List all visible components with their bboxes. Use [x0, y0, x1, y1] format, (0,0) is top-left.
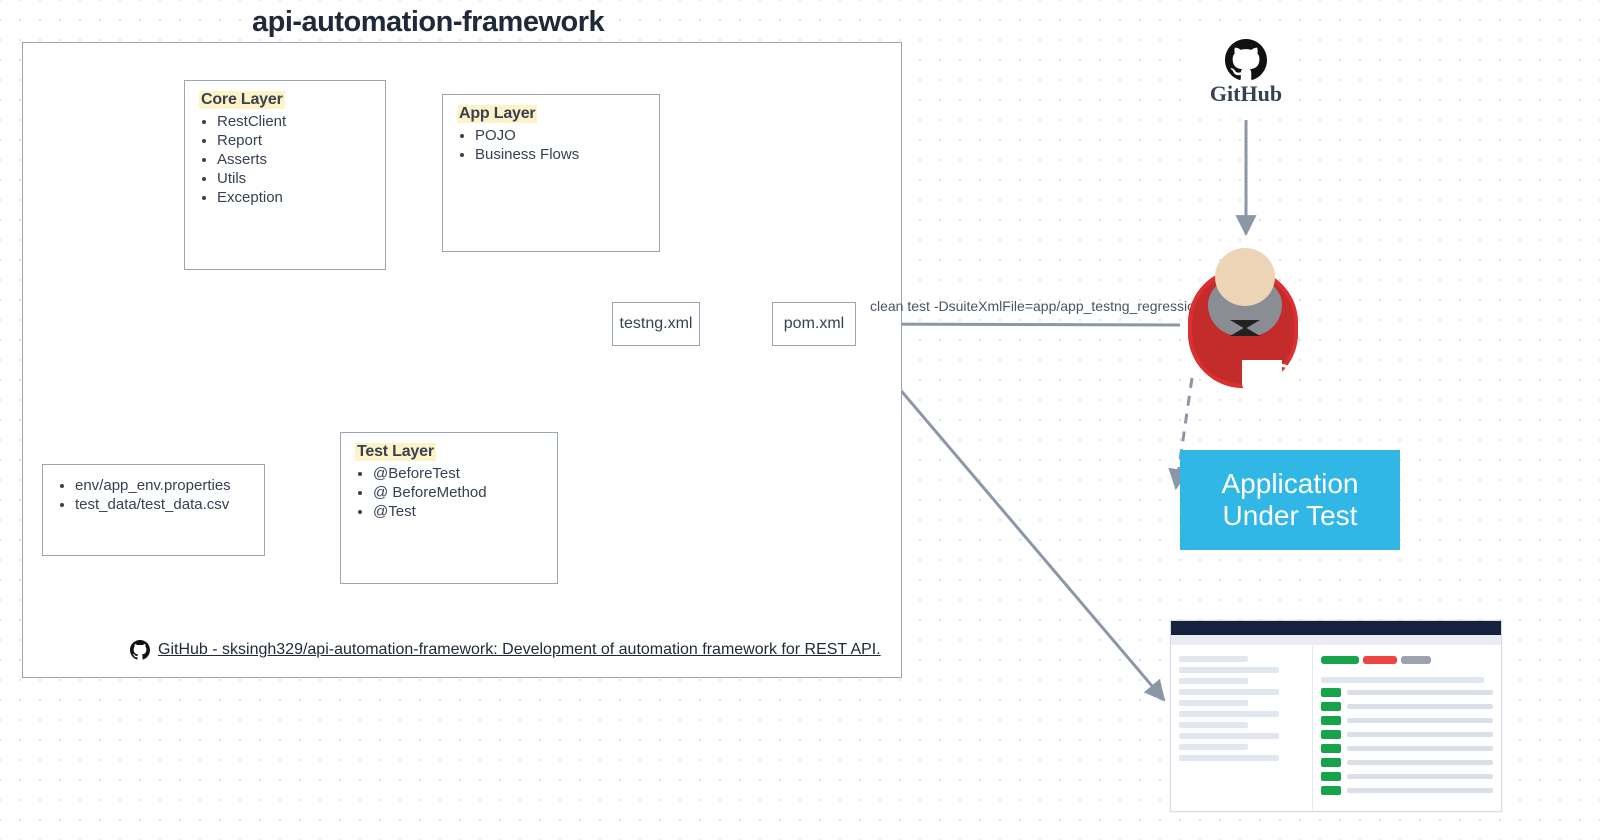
aut-label: Application Under Test	[1180, 468, 1400, 532]
test-layer-node: Test Layer @BeforeTest @ BeforeMethod @T…	[340, 432, 558, 584]
application-under-test-node: Application Under Test	[1180, 450, 1400, 550]
core-layer-node: Core Layer RestClient Report Asserts Uti…	[184, 80, 386, 270]
test-layer-title: Test Layer	[355, 443, 436, 461]
testng-xml-node: testng.xml	[612, 302, 700, 346]
core-layer-item: Report	[217, 132, 373, 149]
app-layer-item: Business Flows	[475, 146, 647, 163]
test-layer-list: @BeforeTest @ BeforeMethod @Test	[355, 465, 545, 520]
app-layer-node: App Layer POJO Business Flows	[442, 94, 660, 252]
pom-xml-node: pom.xml	[772, 302, 856, 346]
framework-title: api-automation-framework	[252, 6, 604, 39]
test-layer-item: @BeforeTest	[373, 465, 545, 482]
app-layer-item: POJO	[475, 127, 647, 144]
repo-link-text[interactable]: GitHub - sksingh329/api-automation-frame…	[158, 641, 881, 659]
test-report-thumbnail	[1170, 620, 1502, 812]
test-layer-item: @ BeforeMethod	[373, 484, 545, 501]
app-layer-title: App Layer	[457, 105, 537, 123]
jenkins-node	[1180, 240, 1310, 400]
core-layer-title: Core Layer	[199, 91, 285, 109]
resources-list: env/app_env.properties test_data/test_da…	[57, 477, 252, 513]
core-layer-item: Asserts	[217, 151, 373, 168]
core-layer-list: RestClient Report Asserts Utils Exceptio…	[199, 113, 373, 206]
resources-node: env/app_env.properties test_data/test_da…	[42, 464, 265, 556]
resources-item: test_data/test_data.csv	[75, 496, 252, 513]
core-layer-item: Exception	[217, 189, 373, 206]
jenkins-command-label: clean test -DsuiteXmlFile=app/app_testng…	[870, 298, 1228, 314]
github-node: GitHub	[1196, 30, 1296, 116]
core-layer-item: RestClient	[217, 113, 373, 130]
resources-item: env/app_env.properties	[75, 477, 252, 494]
app-layer-list: POJO Business Flows	[457, 127, 647, 163]
github-label: GitHub	[1210, 81, 1282, 107]
github-icon	[130, 640, 150, 660]
github-icon	[1225, 39, 1267, 81]
repo-link-row: GitHub - sksingh329/api-automation-frame…	[130, 640, 881, 660]
test-layer-item: @Test	[373, 503, 545, 520]
core-layer-item: Utils	[217, 170, 373, 187]
